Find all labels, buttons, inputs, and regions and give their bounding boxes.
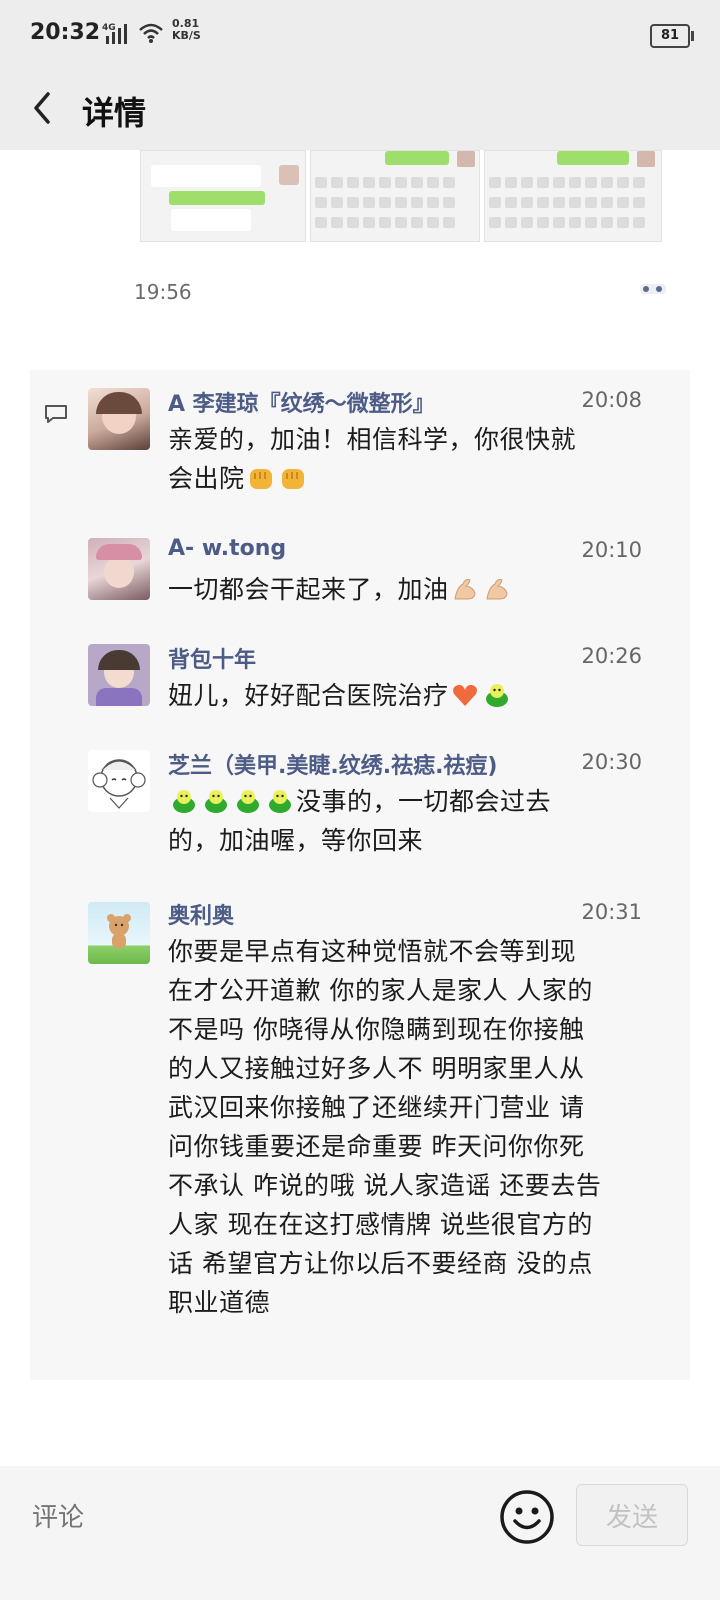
status-time: 20:32 bbox=[30, 20, 101, 45]
muscle-emoji-icon bbox=[453, 579, 476, 600]
comment-time: 20:31 bbox=[581, 900, 642, 924]
avatar[interactable] bbox=[88, 750, 150, 812]
comment-time: 20:08 bbox=[581, 388, 642, 412]
comment-item[interactable]: A- w.tong 20:10 一切都会干起来了，加油 bbox=[30, 530, 690, 620]
cartoon-girl-icon bbox=[92, 759, 146, 809]
status-bar: 20:32 4G 0.81 KB/S 81 bbox=[0, 0, 720, 70]
comment-text: 没事的，一切都会过去 的，加油喔，等你回来 bbox=[168, 787, 552, 855]
comment-author[interactable]: 奥利奥 bbox=[168, 898, 234, 930]
network-speed: 0.81 KB/S bbox=[172, 17, 201, 42]
frog-emoji-icon bbox=[205, 790, 227, 813]
more-dots-icon[interactable] bbox=[640, 284, 666, 294]
comment-author[interactable]: A 李建琼『纹绣～微整形』 bbox=[168, 386, 435, 418]
comment-icon bbox=[45, 405, 67, 423]
muscle-emoji-icon bbox=[485, 579, 508, 600]
comment-author[interactable]: 背包十年 bbox=[168, 642, 256, 674]
comment-text: 一切都会干起来了，加油 bbox=[168, 570, 656, 609]
comment-input[interactable] bbox=[30, 1486, 490, 1550]
wifi-icon bbox=[139, 23, 163, 43]
fist-emoji-icon bbox=[281, 469, 304, 489]
post-image-3[interactable] bbox=[484, 150, 662, 242]
signal-icon: 4G bbox=[102, 23, 127, 44]
post-image-2[interactable] bbox=[310, 150, 480, 242]
send-button[interactable]: 发送 bbox=[576, 1484, 688, 1546]
comment-item[interactable]: 背包十年 20:26 妞儿，好好配合医院治疗 bbox=[30, 638, 690, 728]
cartoon-bear-icon bbox=[107, 914, 131, 948]
nav-bar: 详情 bbox=[0, 70, 720, 150]
comment-author[interactable]: A- w.tong bbox=[168, 536, 286, 561]
fist-emoji-icon bbox=[249, 469, 272, 489]
post-image-1[interactable] bbox=[140, 150, 306, 242]
comment-list: A 李建琼『纹绣～微整形』 20:08 亲爱的，加油！相信科学，你很快就 会出院… bbox=[30, 370, 690, 1380]
comment-author[interactable]: 芝兰（美甲.美睫.纹绣.祛痣.祛痘) bbox=[168, 748, 498, 780]
avatar[interactable] bbox=[88, 388, 150, 450]
frog-emoji-icon bbox=[237, 790, 259, 813]
avatar[interactable] bbox=[88, 902, 150, 964]
comment-item[interactable]: 芝兰（美甲.美睫.纹绣.祛痣.祛痘) 20:30 没事的，一切都会过去 的，加油… bbox=[30, 744, 690, 874]
post-images bbox=[140, 150, 662, 242]
comment-input-bar: 发送 bbox=[0, 1466, 720, 1600]
frog-emoji-icon bbox=[269, 790, 291, 813]
page-title: 详情 bbox=[82, 94, 147, 132]
comment-item[interactable]: A 李建琼『纹绣～微整形』 20:08 亲爱的，加油！相信科学，你很快就 会出院 bbox=[30, 384, 690, 514]
avatar[interactable] bbox=[88, 644, 150, 706]
comment-text: 你要是早点有这种觉悟就不会等到现 在才公开道歉 你的家人是家人 人家的 不是吗 … bbox=[168, 937, 602, 1317]
smile-icon[interactable] bbox=[498, 1488, 556, 1546]
comment-time: 20:30 bbox=[581, 750, 642, 774]
frog-emoji-icon bbox=[485, 684, 508, 707]
comment-item[interactable]: 奥利奥 20:31 你要是早点有这种觉悟就不会等到现 在才公开道歉 你的家人是家… bbox=[30, 896, 690, 1376]
comment-time: 20:10 bbox=[581, 538, 642, 562]
battery-indicator: 81 bbox=[650, 24, 694, 48]
heart-emoji-icon bbox=[452, 684, 477, 706]
post-time: 19:56 bbox=[134, 280, 192, 304]
comment-text: 亲爱的，加油！相信科学，你很快就 会出院 bbox=[168, 425, 577, 493]
network-label: 4G bbox=[102, 23, 116, 33]
frog-emoji-icon bbox=[173, 790, 195, 813]
avatar[interactable] bbox=[88, 538, 150, 600]
comment-text: 妞儿，好好配合医院治疗 bbox=[168, 676, 656, 715]
comment-time: 20:26 bbox=[581, 644, 642, 668]
chevron-left-icon[interactable] bbox=[28, 88, 58, 128]
